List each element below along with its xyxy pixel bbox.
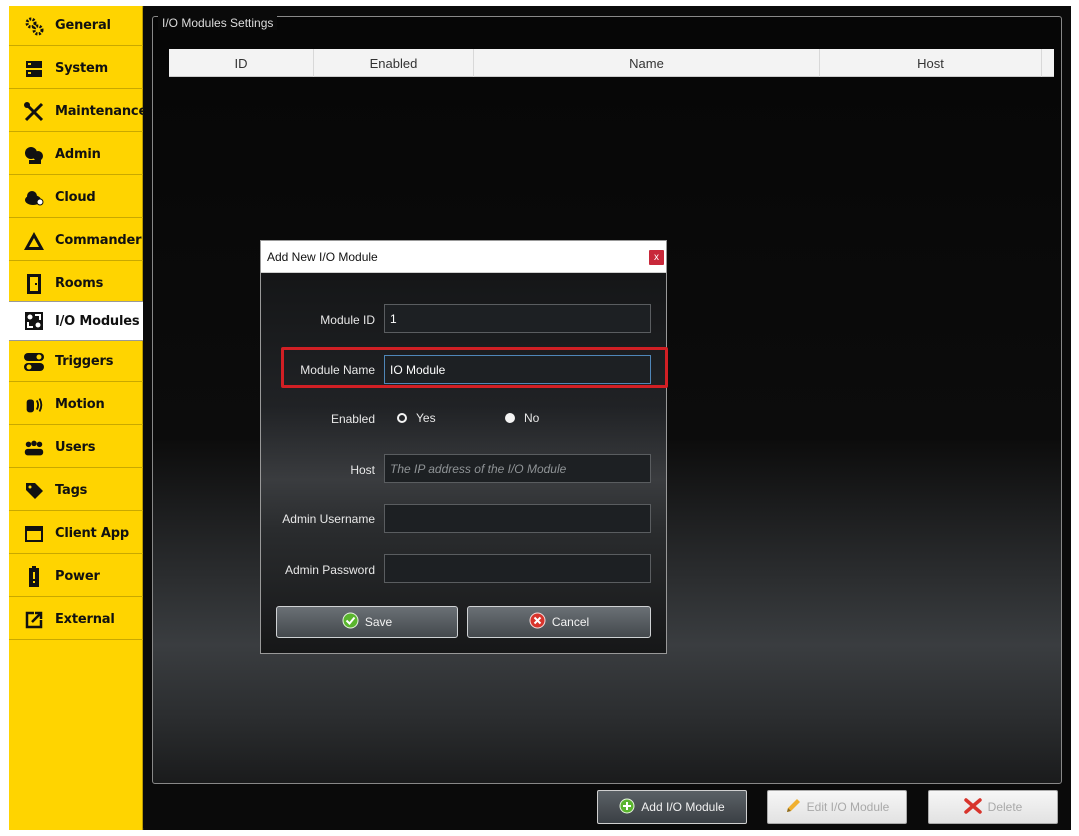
door-icon [23, 273, 45, 295]
sidebar-item-general[interactable]: General [9, 6, 143, 46]
sidebar-item-label: Power [55, 569, 100, 584]
enabled-yes-radio[interactable]: Yes [397, 411, 436, 425]
enabled-yes-label: Yes [416, 411, 436, 425]
add-io-module-dialog: Add New I/O Module x Module ID 1 Module … [260, 240, 668, 654]
toggle-icon [23, 351, 45, 373]
module-id-label: Module ID [320, 313, 375, 327]
commander-icon [23, 230, 45, 252]
server-icon [23, 58, 45, 80]
cancel-label: Cancel [551, 615, 590, 629]
sidebar-item-label: Maintenance [55, 104, 148, 119]
close-button[interactable]: x [649, 250, 664, 265]
enabled-no-radio[interactable]: No [505, 411, 539, 425]
sidebar-item-maintenance[interactable]: Maintenance [9, 92, 147, 132]
column-header-enabled[interactable]: Enabled [314, 49, 474, 77]
io-module-icon [23, 310, 45, 332]
delete-x-icon [963, 797, 982, 817]
admin-icon [23, 144, 45, 166]
tag-icon [23, 480, 45, 502]
admin-password-label: Admin Password [284, 563, 375, 577]
sidebar-item-label: Users [55, 440, 96, 455]
add-io-module-button[interactable]: Add I/O Module [597, 790, 747, 824]
group-title: I/O Modules Settings [158, 16, 278, 30]
sidebar-item-system[interactable]: System [9, 49, 143, 89]
sidebar-item-label: System [55, 61, 108, 76]
sidebar-item-motion[interactable]: Motion [9, 385, 143, 425]
motion-hand-icon [23, 394, 45, 416]
sidebar-item-label: Motion [55, 397, 105, 412]
sidebar-item-label: Admin [55, 147, 101, 162]
sidebar-item-io-modules[interactable]: I/O Modules [9, 301, 143, 341]
save-label: Save [364, 615, 393, 629]
cancel-button[interactable]: Cancel [467, 606, 651, 638]
tools-icon [23, 101, 45, 123]
module-name-label: Module Name [300, 363, 375, 377]
sidebar-item-label: Commander [55, 233, 142, 248]
sidebar: General System Maintenance Admin Cloud C… [9, 6, 147, 830]
sidebar-item-triggers[interactable]: Triggers [9, 342, 143, 382]
sidebar-item-label: Cloud [55, 190, 96, 205]
cancel-x-icon [529, 612, 546, 632]
column-header-host[interactable]: Host [820, 49, 1042, 77]
sidebar-item-cloud[interactable]: Cloud [9, 178, 143, 218]
column-header-id[interactable]: ID [169, 49, 314, 77]
sidebar-item-power[interactable]: Power [9, 557, 143, 597]
sidebar-item-rooms[interactable]: Rooms [9, 264, 143, 304]
sidebar-item-client-app[interactable]: Client App [9, 514, 143, 554]
enabled-label: Enabled [330, 412, 375, 426]
sidebar-item-label: Tags [55, 483, 88, 498]
plus-circle-icon [619, 798, 635, 817]
delete-label: Delete [987, 800, 1023, 814]
sidebar-item-label: Rooms [55, 276, 104, 291]
enabled-no-label: No [524, 411, 540, 425]
sidebar-item-commander[interactable]: Commander [9, 221, 143, 261]
module-name-field[interactable]: IO Module [384, 355, 651, 384]
sidebar-item-external[interactable]: External [9, 600, 143, 640]
host-field[interactable]: The IP address of the I/O Module [384, 454, 651, 483]
sidebar-item-admin[interactable]: Admin [9, 135, 143, 175]
sidebar-item-label: Triggers [55, 354, 114, 369]
admin-username-label: Admin Username [282, 512, 375, 526]
external-link-icon [23, 609, 45, 631]
pencil-icon [785, 798, 801, 817]
edit-io-module-button[interactable]: Edit I/O Module [767, 790, 907, 824]
gears-icon [23, 15, 45, 37]
battery-icon [23, 565, 45, 588]
dialog-title: Add New I/O Module [267, 250, 378, 264]
dialog-titlebar: Add New I/O Module x [261, 241, 666, 273]
host-label: Host [350, 463, 375, 477]
admin-username-field[interactable] [384, 504, 651, 533]
sidebar-item-label: Client App [55, 526, 129, 541]
column-header-name[interactable]: Name [474, 49, 820, 77]
checkmark-icon [342, 612, 359, 632]
cloud-icon [23, 187, 45, 209]
radio-selected-icon [397, 413, 407, 423]
sidebar-item-tags[interactable]: Tags [9, 471, 143, 511]
add-io-module-label: Add I/O Module [641, 800, 725, 814]
module-id-field[interactable]: 1 [384, 304, 651, 333]
delete-button[interactable]: Delete [928, 790, 1058, 824]
window-icon [23, 523, 45, 545]
sidebar-item-label: I/O Modules [55, 313, 140, 329]
save-button[interactable]: Save [276, 606, 458, 638]
modules-table-header: ID Enabled Name Host [169, 49, 1054, 77]
sidebar-item-label: External [55, 612, 115, 627]
sidebar-item-label: General [55, 18, 111, 33]
radio-unselected-icon [505, 413, 515, 423]
admin-password-field[interactable] [384, 554, 651, 583]
edit-io-module-label: Edit I/O Module [806, 800, 890, 814]
sidebar-item-users[interactable]: Users [9, 428, 143, 468]
users-icon [23, 437, 45, 459]
